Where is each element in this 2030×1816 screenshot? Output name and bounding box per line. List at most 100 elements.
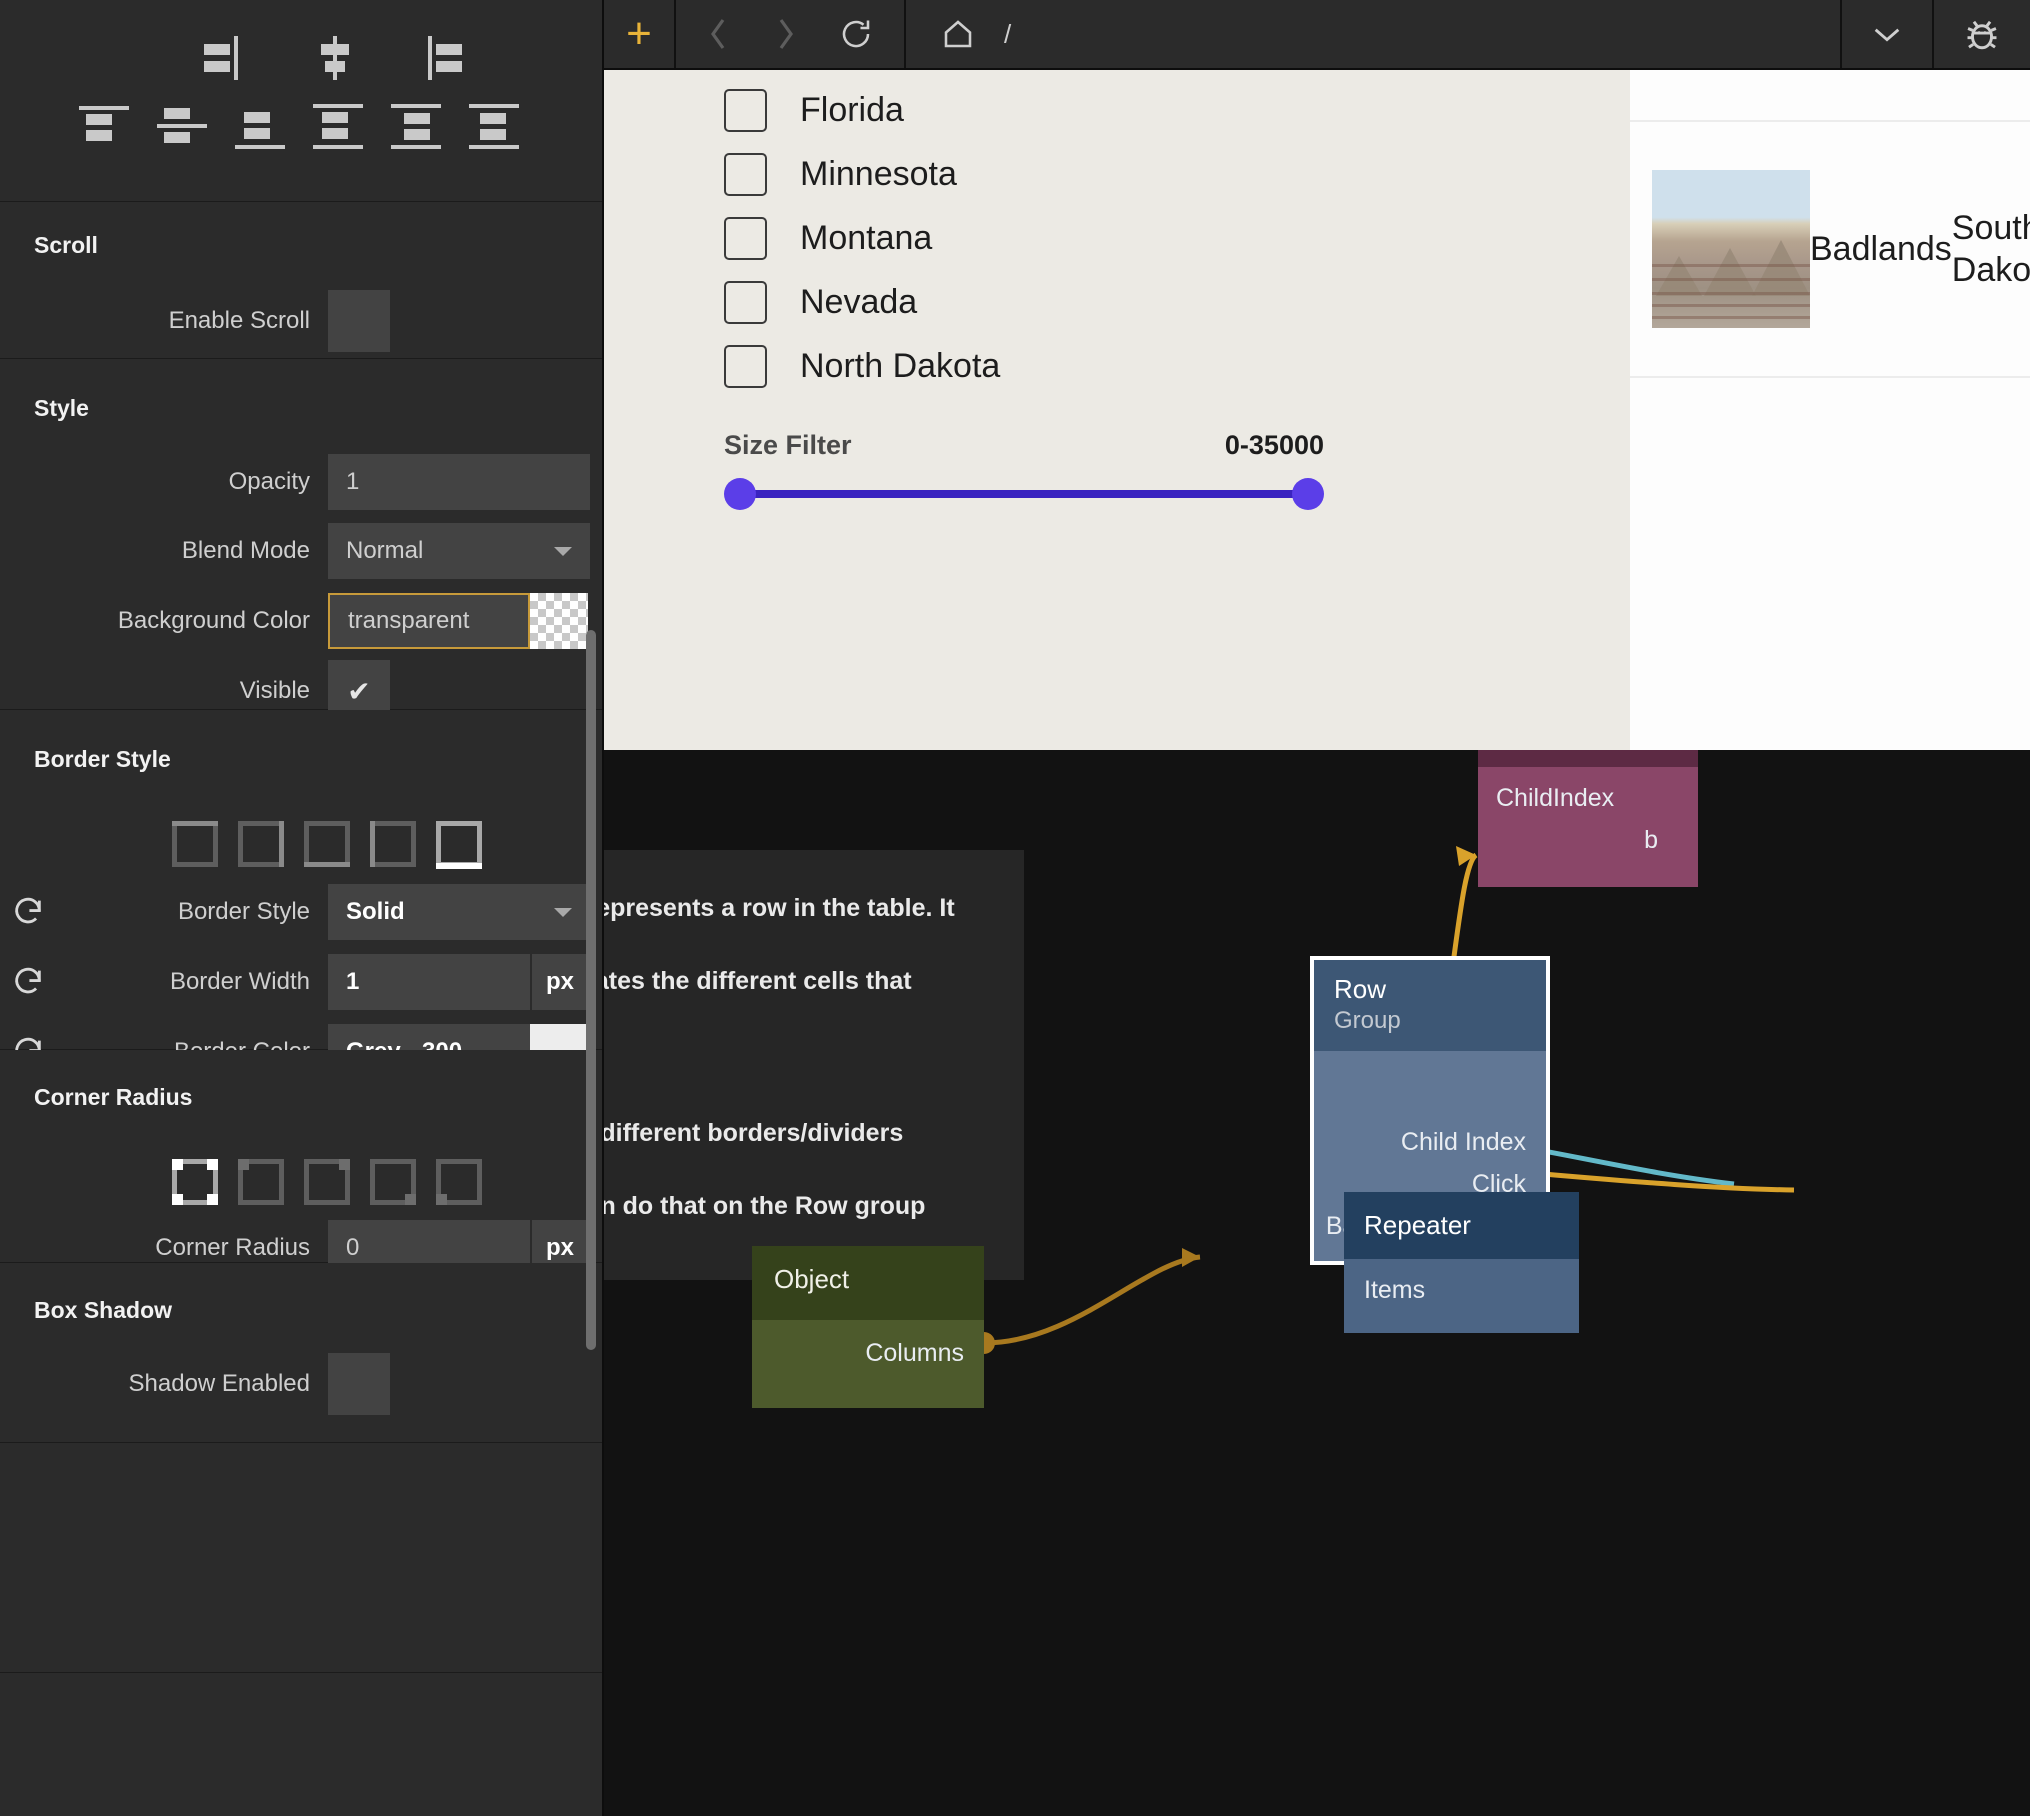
preview-toolbar: + / (604, 0, 2030, 70)
align-right-icon[interactable] (200, 34, 252, 86)
opacity-row: Opacity 1 (0, 448, 602, 516)
list-item[interactable]: Montana (724, 206, 1000, 270)
distribute-top-icon[interactable] (312, 100, 364, 152)
border-width-label: Border Width (56, 968, 328, 996)
align-middle-icon[interactable] (156, 100, 208, 152)
port-columns[interactable]: Columns (752, 1332, 984, 1374)
slider-thumb-min[interactable] (724, 478, 756, 510)
box-shadow-section: Box Shadow Shadow Enabled (0, 1263, 602, 1443)
node-repeater[interactable]: Repeater Items (1344, 1192, 1579, 1333)
border-left-icon[interactable] (366, 815, 420, 873)
distribute-middle-icon[interactable] (390, 100, 442, 152)
home-icon[interactable] (940, 16, 976, 52)
border-width-row: Border Width 1 px (0, 947, 602, 1017)
border-style-row: Border Style Solid (0, 877, 602, 947)
enable-scroll-checkbox[interactable] (328, 290, 390, 352)
checkbox-nevada[interactable] (724, 281, 767, 324)
inspector-scrollbar[interactable] (586, 630, 596, 1350)
table-row[interactable]: Badlands South Dakota (1630, 122, 2030, 378)
list-item[interactable]: Minnesota (724, 142, 1000, 206)
park-name: Badlands (1810, 230, 1952, 269)
border-width-unit[interactable]: px (530, 954, 588, 1010)
border-style-select[interactable]: Solid (328, 884, 590, 940)
style-section-title: Style (0, 359, 602, 422)
port-items[interactable]: Items (1344, 1269, 1579, 1311)
align-top-icon[interactable] (78, 100, 130, 152)
chevron-down-icon (554, 547, 572, 556)
border-width-reset-button[interactable] (0, 965, 56, 999)
port-childindex[interactable]: ChildIndex (1478, 777, 1698, 819)
align-left-icon[interactable] (418, 34, 470, 86)
add-tab-button[interactable]: + (604, 0, 676, 68)
reload-icon[interactable] (838, 16, 874, 52)
shadow-enabled-checkbox[interactable] (328, 1353, 390, 1415)
opacity-input[interactable]: 1 (328, 454, 590, 510)
debug-button[interactable] (1934, 0, 2030, 68)
doc-line-2: er that creates the different cells that… (604, 967, 912, 1031)
border-style-section-title: Border Style (0, 710, 602, 773)
toolbar-menu-button[interactable] (1842, 0, 1934, 68)
align-horizontal-icon-row (0, 0, 602, 100)
node-object[interactable]: Object Columns (752, 1246, 984, 1408)
node-graph-canvas[interactable]: mponent represents a row in the table. I… (604, 750, 2030, 1816)
list-item[interactable]: Nevada (724, 270, 1000, 334)
background-color-swatch[interactable] (530, 593, 588, 649)
doc-line-4: ant to add different borders/dividers be… (604, 1119, 903, 1183)
alignment-section (0, 0, 602, 202)
border-top-icon[interactable] (168, 815, 222, 873)
blend-mode-select[interactable]: Normal (328, 523, 590, 579)
badlands-photo-icon (1652, 170, 1810, 328)
background-color-label: Background Color (0, 607, 328, 635)
checkbox-label: Florida (800, 91, 904, 130)
checkbox-florida[interactable] (724, 89, 767, 132)
size-filter-value: 0-35000 (1225, 430, 1324, 461)
border-style-reset-button[interactable] (0, 895, 56, 929)
scroll-section-title: Scroll (0, 202, 602, 259)
corner-bottom-left-icon[interactable] (432, 1153, 486, 1211)
arrow-head (1182, 1248, 1200, 1267)
chevron-left-icon[interactable] (706, 14, 732, 54)
size-filter-slider[interactable] (724, 483, 1324, 505)
port-b[interactable]: b (1478, 819, 1698, 861)
scroll-section: Scroll Enable Scroll (0, 202, 602, 359)
style-section: Style Opacity 1 Blend Mode Normal Backgr… (0, 359, 602, 710)
corner-radius-section: Corner Radius (0, 1050, 602, 1263)
border-width-input[interactable]: 1 (328, 954, 530, 1010)
background-color-input[interactable]: transparent (328, 593, 530, 649)
checkbox-label: North Dakota (800, 347, 1000, 386)
corner-bottom-right-icon[interactable] (366, 1153, 420, 1211)
blend-mode-value: Normal (346, 537, 423, 565)
bug-icon (1960, 12, 2004, 56)
url-bar[interactable]: / (906, 0, 1842, 68)
align-center-horizontal-icon[interactable] (309, 34, 361, 86)
node-header: Function (1478, 750, 1698, 767)
slider-thumb-max[interactable] (1292, 478, 1324, 510)
node-function[interactable]: Function ChildIndex b (1478, 750, 1698, 887)
port-child-index[interactable]: Child Index (1314, 1121, 1546, 1163)
align-bottom-icon[interactable] (234, 100, 286, 152)
node-title: Repeater (1364, 1210, 1559, 1241)
distribute-bottom-icon[interactable] (468, 100, 520, 152)
corner-top-right-icon[interactable] (300, 1153, 354, 1211)
border-bottom-icon[interactable] (300, 815, 354, 873)
enable-scroll-label: Enable Scroll (0, 307, 328, 335)
checkbox-north-dakota[interactable] (724, 345, 767, 388)
node-header: Repeater (1344, 1192, 1579, 1259)
corner-all-icon[interactable] (168, 1153, 222, 1211)
blend-mode-label: Blend Mode (0, 537, 328, 565)
opacity-label: Opacity (0, 468, 328, 496)
node-header: Row Group (1314, 960, 1546, 1051)
node-title: Row (1334, 974, 1526, 1005)
checkbox-label: Minnesota (800, 155, 957, 194)
border-all-icon[interactable] (432, 815, 486, 873)
node-title: Object (774, 1264, 962, 1295)
list-item[interactable]: North Dakota (724, 334, 1000, 398)
corner-top-left-icon[interactable] (234, 1153, 288, 1211)
checkbox-montana[interactable] (724, 217, 767, 260)
border-right-icon[interactable] (234, 815, 288, 873)
list-item[interactable]: Florida (724, 78, 1000, 142)
size-filter-label: Size Filter (724, 430, 852, 461)
checkbox-minnesota[interactable] (724, 153, 767, 196)
corner-icon-row (0, 1153, 602, 1211)
chevron-right-icon[interactable] (772, 14, 798, 54)
